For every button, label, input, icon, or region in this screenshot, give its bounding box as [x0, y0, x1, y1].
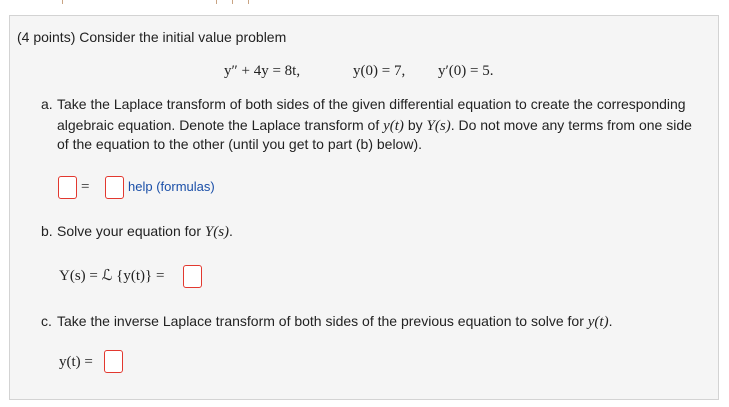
answer-b-input[interactable]	[183, 265, 202, 288]
top-clipped-fragment	[0, 0, 729, 5]
part-b-formula: Y(s) = ℒ {y(t)} =	[59, 268, 165, 284]
initial-condition-1: y(0) = 7,	[353, 63, 406, 79]
answer-c-input[interactable]	[104, 350, 123, 373]
answer-a-left-input[interactable]	[58, 176, 77, 199]
equals-sign: =	[81, 179, 90, 195]
part-a-marker: a.	[41, 96, 53, 112]
answer-a-right-input[interactable]	[105, 176, 124, 199]
problem-container: (4 points) Consider the initial value pr…	[9, 15, 719, 400]
Y-of-s-math: Y(s)	[426, 118, 451, 134]
initial-condition-2: y′(0) = 5.	[438, 63, 494, 79]
part-a-line-2: algebraic equation. Denote the Laplace t…	[57, 117, 692, 134]
problem-header: (4 points) Consider the initial value pr…	[17, 29, 287, 45]
help-formulas-link[interactable]: help (formulas)	[128, 177, 215, 197]
part-c-marker: c.	[41, 313, 52, 329]
y-of-t-math: y(t)	[383, 118, 404, 134]
part-b-marker: b.	[41, 223, 53, 239]
part-c-formula: y(t) =	[59, 354, 93, 370]
ode-equation: y″ + 4y = 8t,	[224, 63, 301, 79]
part-c-prompt: Take the inverse Laplace transform of bo…	[57, 313, 613, 330]
part-a-line-1: Take the Laplace transform of both sides…	[57, 96, 686, 112]
part-b-prompt: Solve your equation for Y(s).	[57, 223, 233, 240]
part-a-line-3: of the equation to the other (until you …	[57, 136, 422, 152]
